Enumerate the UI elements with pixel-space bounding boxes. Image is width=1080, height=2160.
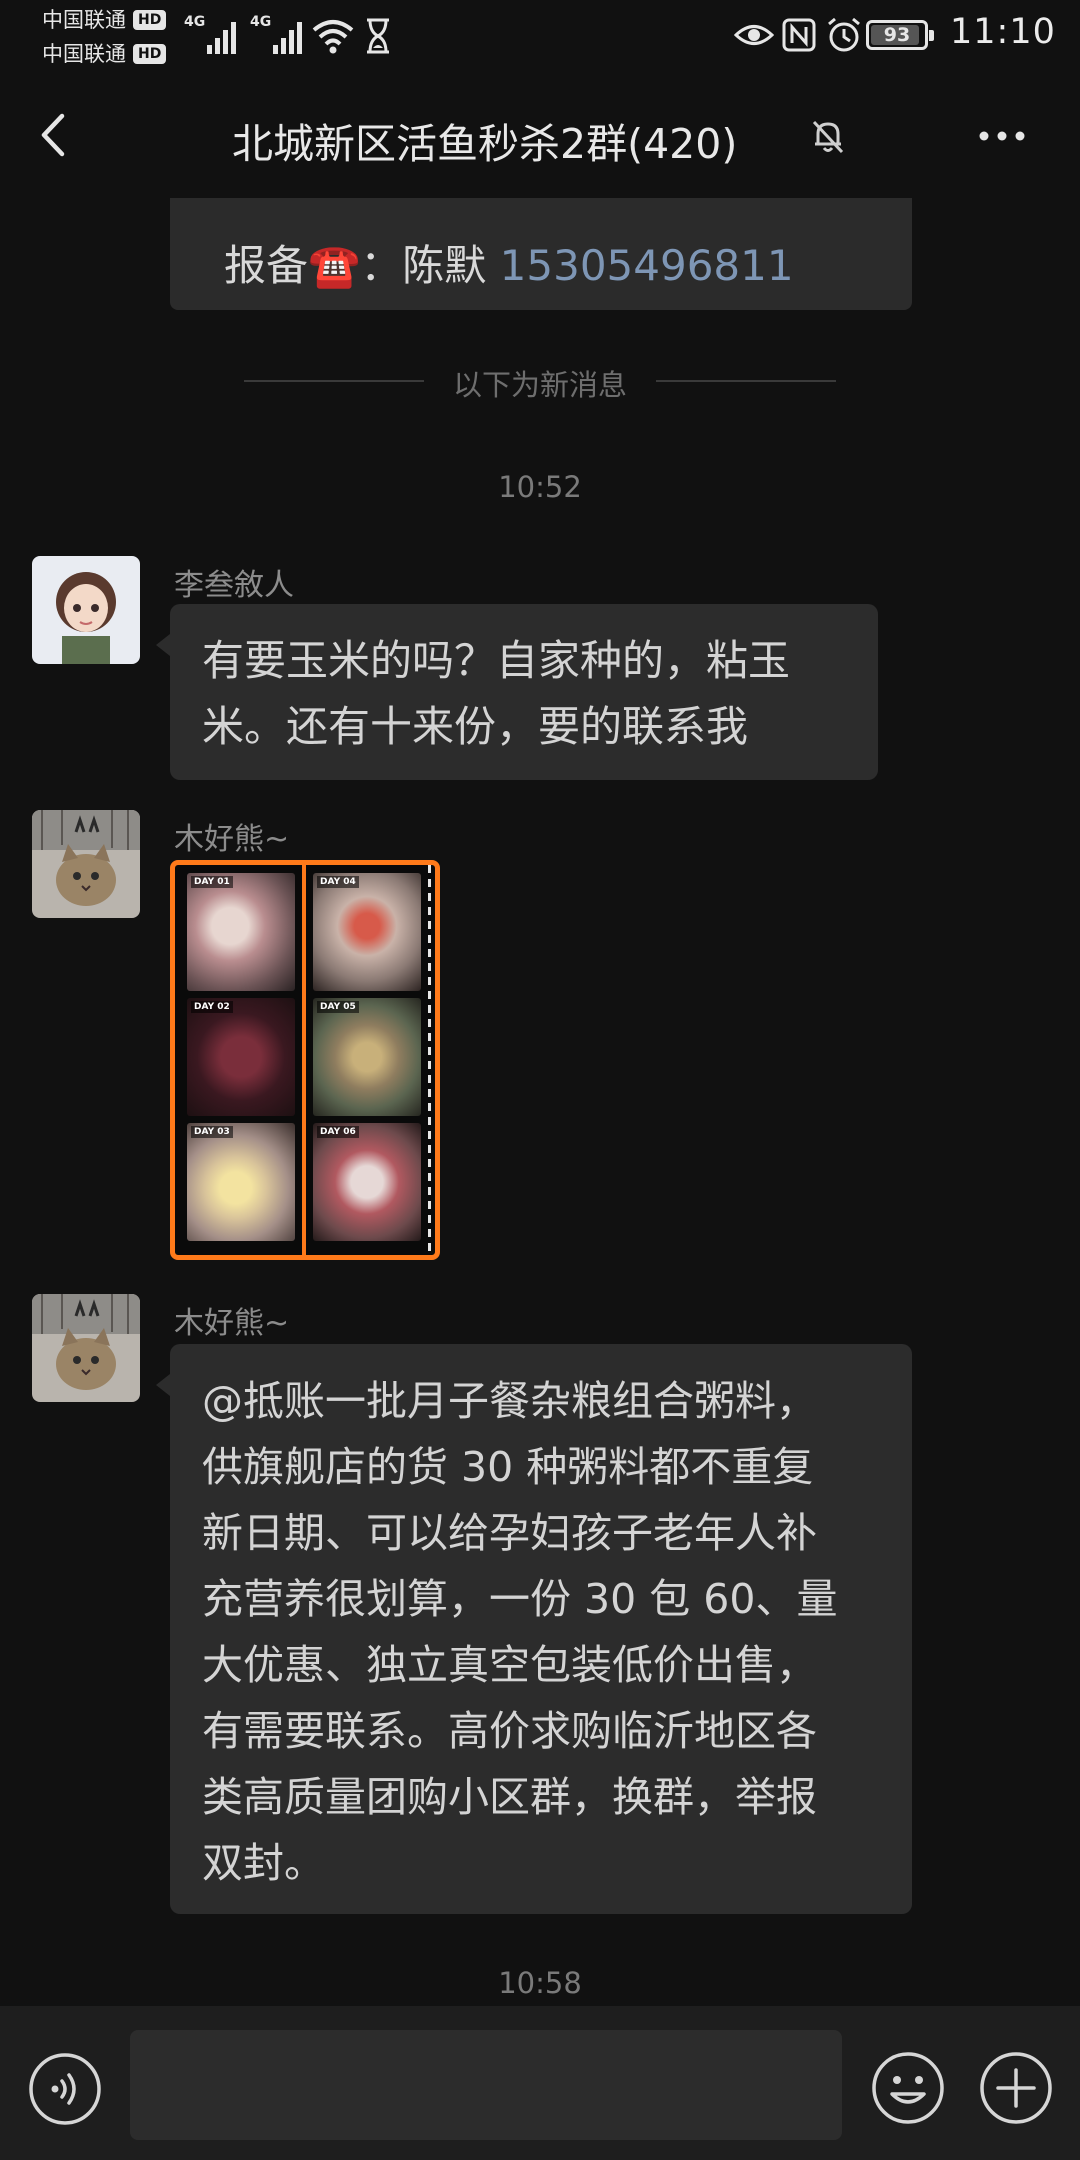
nfc-icon (782, 18, 816, 52)
image-divider (302, 865, 306, 1255)
signal-2: 4G (250, 14, 303, 54)
notice-phone-link[interactable]: 15305496811 (500, 241, 794, 290)
status-clock: 11:10 (950, 12, 1056, 52)
message-line: @抵账一批月子餐杂粮组合粥料， (202, 1377, 817, 1425)
message-timestamp: 10:58 (498, 1966, 582, 2000)
photo-day-tag: DAY 02 (191, 1001, 233, 1013)
emoji-icon[interactable] (870, 2050, 946, 2126)
grain-pack-photo: DAY 04 (313, 873, 421, 991)
signal-bars-icon (207, 20, 237, 54)
notice-prefix: 报备☎️：陈默 (224, 241, 500, 290)
sender-name: 木好熊~ (174, 822, 290, 857)
avatar-cat-image (32, 1294, 140, 1402)
photo-day-tag: DAY 03 (191, 1126, 233, 1138)
message-line: 米。还有十来份，要的联系我 (202, 702, 749, 751)
grain-pack-photo: DAY 02 (187, 998, 295, 1116)
image-column-left: DAY 01 DAY 02 DAY 03 (187, 873, 301, 1248)
image-message[interactable]: DAY 01 DAY 02 DAY 03 DAY 04 DAY 05 DAY 0… (170, 860, 440, 1260)
wifi-icon (312, 20, 354, 54)
avatar[interactable] (32, 556, 140, 664)
avatar[interactable] (32, 810, 140, 918)
photo-day-tag: DAY 01 (191, 876, 233, 888)
grain-pack-photo: DAY 01 (187, 873, 295, 991)
eye-icon (734, 25, 774, 45)
sender-name: 木好熊~ (174, 1306, 290, 1341)
status-bar: 中国联通 HD 中国联通 HD 4G 4G 93 11:10 (0, 0, 1080, 70)
chat-title: 北城新区活鱼秒杀2群(420) (232, 120, 738, 168)
carrier-1-label: 中国联通 (42, 8, 126, 32)
notice-text: 报备☎️：陈默 15305496811 (224, 232, 794, 293)
divider-line-right (656, 380, 836, 382)
message-line: 双封。 (202, 1839, 325, 1887)
message-timestamp: 10:52 (498, 470, 582, 504)
message-line: 有要玉米的吗？自家种的，粘玉 (202, 636, 791, 685)
message-line: 有需要联系。高价求购临沂地区各 (202, 1707, 817, 1755)
message-input[interactable] (130, 2030, 842, 2140)
avatar-cat-image (32, 810, 140, 918)
message-line: 充营养很划算，一份 30 包 60、量 (202, 1575, 838, 1623)
grain-pack-photo: DAY 05 (313, 998, 421, 1116)
hd-badge: HD (133, 10, 167, 30)
message-line: 大优惠、独立真空包装低价出售， (202, 1641, 817, 1689)
hourglass-icon (367, 18, 389, 54)
message-line: 供旗舰店的货 30 种粥料都不重复 (202, 1443, 814, 1491)
alarm-icon (828, 17, 860, 52)
carrier-2-label: 中国联通 (42, 42, 126, 66)
grain-pack-photo: DAY 03 (187, 1123, 295, 1241)
avatar[interactable] (32, 1294, 140, 1402)
film-strip-edge (428, 865, 431, 1255)
signal-1: 4G (184, 14, 237, 54)
more-dots-icon[interactable] (972, 116, 1032, 156)
message-line: 类高质量团购小区群，换群，举报 (202, 1773, 817, 1821)
divider-label: 以下为新消息 (452, 368, 627, 402)
text-message-bubble[interactable]: 有要玉米的吗？自家种的，粘玉 米。还有十来份，要的联系我 (156, 604, 878, 780)
grain-pack-photo: DAY 06 (313, 1123, 421, 1241)
network-2-label: 4G (250, 14, 272, 30)
chat-header: 北城新区活鱼秒杀2群(420) (0, 70, 1080, 198)
sender-name: 李叁敘人 (174, 568, 294, 603)
photo-day-tag: DAY 06 (317, 1126, 359, 1138)
plus-icon[interactable] (978, 2050, 1054, 2126)
image-column-right: DAY 04 DAY 05 DAY 06 (313, 873, 427, 1248)
carrier-1: 中国联通 HD (42, 8, 167, 32)
photo-day-tag: DAY 04 (317, 876, 359, 888)
network-1-label: 4G (184, 14, 206, 30)
carrier-2: 中国联通 HD (42, 42, 167, 66)
battery-level: 93 (883, 24, 911, 46)
voice-icon[interactable] (28, 2052, 102, 2126)
back-arrow-icon[interactable] (30, 110, 80, 160)
notice-message[interactable]: 报备☎️：陈默 15305496811 (170, 198, 912, 310)
new-messages-divider: 以下为新消息 (244, 360, 836, 402)
message-line: 新日期、可以给孕妇孩子老年人补 (202, 1509, 817, 1557)
avatar-girl-image (32, 556, 140, 664)
battery-indicator: 93 (866, 20, 934, 50)
input-bar (0, 2006, 1080, 2160)
signal-bars-icon (273, 20, 303, 54)
hd-badge: HD (133, 44, 167, 64)
text-message-bubble[interactable]: @抵账一批月子餐杂粮组合粥料， 供旗舰店的货 30 种粥料都不重复 新日期、可以… (156, 1344, 912, 1914)
photo-day-tag: DAY 05 (317, 1001, 359, 1013)
muted-bell-icon (812, 120, 844, 154)
